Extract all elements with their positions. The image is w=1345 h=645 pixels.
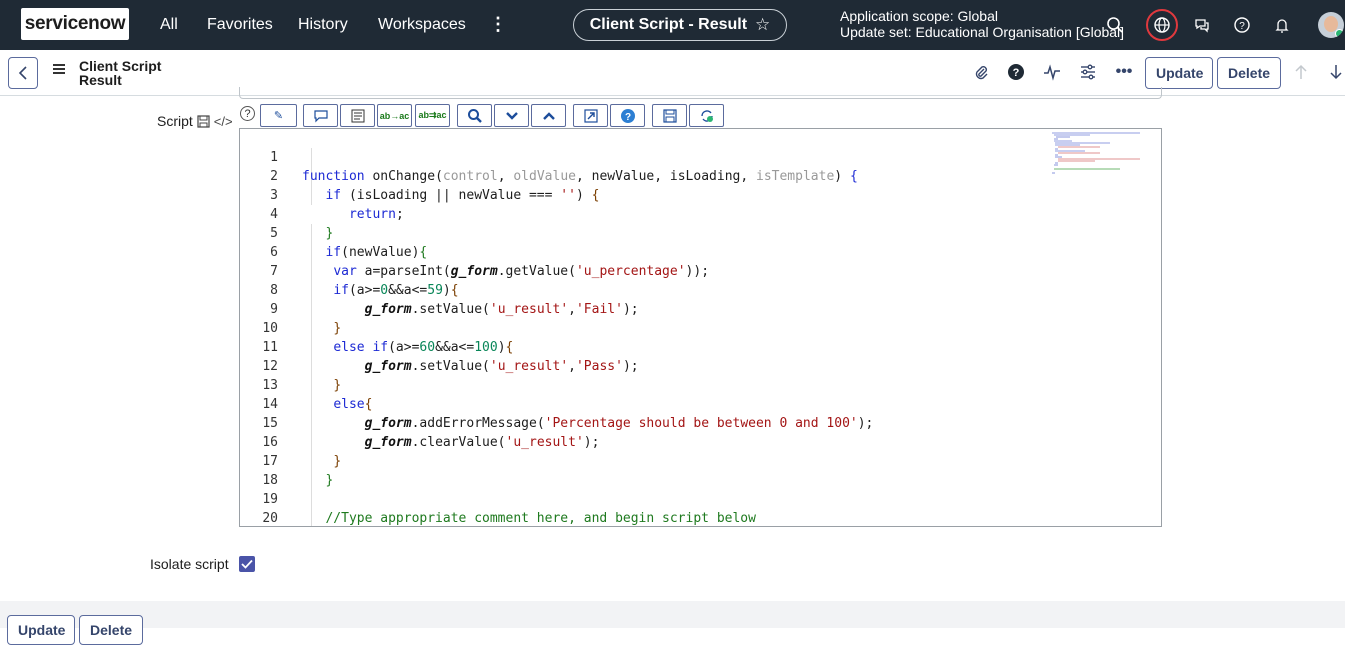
- code-minimap[interactable]: [1050, 131, 1150, 175]
- chat-icon[interactable]: [1190, 13, 1214, 37]
- nav-workspaces[interactable]: Workspaces: [378, 16, 466, 34]
- scope-text: Application scope: Global: [840, 8, 998, 24]
- code-line: 8 g_form.setValue('u_result','Fail');: [240, 262, 1161, 317]
- chevron-left-icon: [18, 66, 27, 80]
- attachment-icon[interactable]: [971, 62, 991, 82]
- format-code-icon: ✎: [273, 110, 284, 122]
- previous-field-edge: [239, 87, 1162, 99]
- list-icon: [351, 109, 364, 122]
- code-line: 18: [240, 452, 1161, 488]
- next-match-button[interactable]: [494, 104, 529, 127]
- avatar[interactable]: [1318, 12, 1344, 38]
- globe-icon[interactable]: [1150, 13, 1174, 37]
- replace-icon: ab→ac: [379, 110, 410, 121]
- save-script-button[interactable]: [652, 104, 687, 127]
- format-code-button[interactable]: ✎: [260, 104, 297, 127]
- isolate-script-checkbox[interactable]: [239, 556, 255, 572]
- delete-button[interactable]: Delete: [1217, 57, 1281, 89]
- record-title-pill[interactable]: Client Script - Result ☆: [573, 9, 787, 41]
- code-line: 13 else{: [240, 357, 1161, 412]
- search-button[interactable]: [457, 104, 492, 127]
- code-line: 9 }: [240, 281, 1161, 336]
- script-editor[interactable]: 1 function onChange(control, oldValue, n…: [239, 128, 1162, 527]
- help-icon[interactable]: ?: [1230, 13, 1254, 37]
- arrow-up-icon[interactable]: [1291, 62, 1311, 82]
- help-circle-icon[interactable]: ?: [1006, 62, 1026, 82]
- script-field-label: Script </>: [157, 113, 233, 129]
- search-icon[interactable]: [1103, 13, 1127, 37]
- code-line: 15 g_form.clearValue('u_result');: [240, 395, 1161, 450]
- footer-update-button[interactable]: Update: [7, 615, 75, 645]
- isolate-script-label: Isolate script: [150, 556, 229, 572]
- chevron-down-icon: [505, 111, 518, 120]
- script-help-button[interactable]: ?: [610, 104, 645, 127]
- svg-text:?: ?: [624, 112, 630, 123]
- code-line: 21 }: [240, 509, 1161, 526]
- code-line: 4 }: [240, 186, 1161, 241]
- search-icon: [467, 108, 482, 123]
- help-icon[interactable]: ?: [240, 106, 255, 121]
- update-set-text: Update set: Educational Organisation [Gl…: [840, 24, 1125, 40]
- record-title: Client Script - Result: [589, 16, 748, 33]
- record-type-line2: Result: [79, 72, 122, 88]
- record-type-line1: Client Script: [79, 58, 162, 74]
- record-type-title: Client Script Result: [79, 59, 161, 87]
- previous-match-button[interactable]: [531, 104, 566, 127]
- save-icon: [662, 108, 677, 123]
- star-icon[interactable]: ☆: [755, 15, 770, 35]
- code-line: 11 g_form.setValue('u_result','Pass');: [240, 319, 1161, 374]
- replace-all-icon: ab⇉ac: [418, 110, 447, 120]
- sync-icon: [700, 109, 713, 122]
- replace-button[interactable]: ab→ac: [377, 104, 412, 127]
- top-navigation-bar: servicenow All Favorites History Workspa…: [0, 0, 1345, 50]
- script-label-text: Script: [157, 113, 193, 129]
- nav-history[interactable]: History: [298, 16, 348, 34]
- help-icon: ?: [620, 108, 635, 123]
- code-line: 5 if(newValue){: [240, 205, 1161, 260]
- code-line: 3 return;: [240, 167, 1161, 222]
- nav-all[interactable]: All: [160, 16, 178, 34]
- code-line: 2 if (isLoading || newValue === '') {: [240, 148, 1161, 203]
- code-line: 7 if(a>=0&&a<=59){: [240, 243, 1161, 298]
- back-button[interactable]: [8, 57, 38, 89]
- code-line: 16 }: [240, 414, 1161, 469]
- code-line: 19 //Type appropriate comment here, and …: [240, 471, 1161, 526]
- sync-button[interactable]: [689, 104, 724, 127]
- code-line: 12 }: [240, 338, 1161, 393]
- servicenow-logo[interactable]: servicenow: [21, 8, 129, 40]
- activity-icon[interactable]: [1042, 62, 1062, 82]
- code-line: 6 var a=parseInt(g_form.getValue('u_perc…: [240, 224, 1161, 279]
- replace-all-button[interactable]: ab⇉ac: [415, 104, 450, 127]
- online-status-dot: [1335, 29, 1344, 38]
- settings-sliders-icon[interactable]: [1078, 62, 1098, 82]
- application-scope[interactable]: Application scope: Global Update set: Ed…: [840, 8, 1124, 40]
- code-icon[interactable]: </>: [214, 114, 233, 129]
- svg-text:?: ?: [1013, 67, 1020, 79]
- footer-delete-button[interactable]: Delete: [79, 615, 143, 645]
- code-line: 10 else if(a>=60&&a<=100){: [240, 300, 1161, 355]
- fullscreen-icon: [583, 108, 598, 123]
- code-line: 20: [240, 490, 1161, 526]
- update-button[interactable]: Update: [1145, 57, 1213, 89]
- save-icon[interactable]: [197, 114, 210, 128]
- code-line: 17 }: [240, 433, 1161, 488]
- checkmark-icon: [241, 559, 253, 569]
- chevron-up-icon: [542, 111, 555, 120]
- form-footer: Update Delete: [0, 601, 1345, 645]
- comment-icon: [313, 109, 328, 122]
- nav-favorites[interactable]: Favorites: [207, 16, 273, 34]
- fullscreen-button[interactable]: [573, 104, 608, 127]
- bell-icon[interactable]: [1270, 13, 1294, 37]
- more-vertical-icon[interactable]: ⋮: [489, 14, 507, 35]
- list-button[interactable]: [340, 104, 375, 127]
- code-line: 1 function onChange(control, oldValue, n…: [240, 129, 1161, 184]
- more-horizontal-icon[interactable]: •••: [1114, 62, 1134, 82]
- menu-icon[interactable]: [53, 64, 65, 74]
- comment-button[interactable]: [303, 104, 338, 127]
- code-line: 14 g_form.addErrorMessage('Percentage sh…: [240, 376, 1161, 431]
- svg-text:?: ?: [1239, 21, 1245, 32]
- arrow-down-icon[interactable]: [1326, 62, 1345, 82]
